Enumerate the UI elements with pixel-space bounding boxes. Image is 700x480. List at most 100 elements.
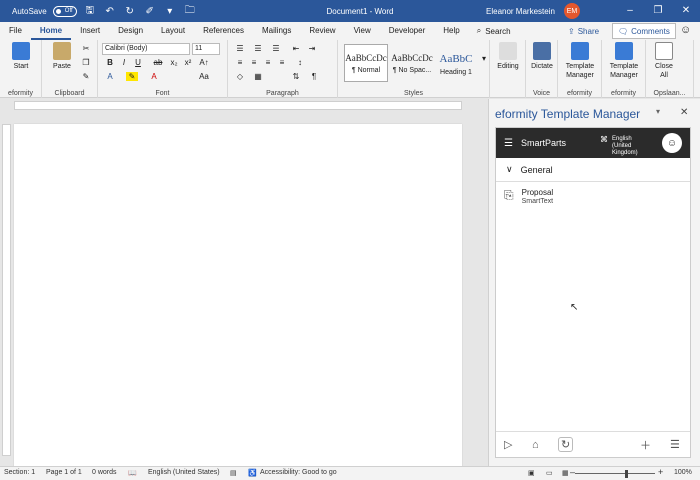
print-layout-icon[interactable]: ▦	[562, 469, 569, 477]
strikethrough-icon[interactable]: ab	[152, 58, 164, 67]
read-mode-icon[interactable]: ▭	[546, 469, 553, 477]
align-center-icon[interactable]: ≡	[248, 58, 260, 67]
align-right-icon[interactable]: ≡	[262, 58, 274, 67]
user-name[interactable]: Eleanor Markestein	[486, 7, 555, 16]
accessibility-icon[interactable]: ♿	[248, 469, 257, 477]
font-color-icon[interactable]: A	[148, 72, 160, 81]
grow-font-icon[interactable]: A↑	[198, 58, 210, 67]
shading-icon[interactable]: ◇	[234, 72, 246, 81]
document-page[interactable]	[14, 124, 462, 468]
play-icon[interactable]: ▷	[504, 438, 512, 451]
restore-icon[interactable]: ❐	[644, 0, 672, 22]
pane-close-icon[interactable]: ✕	[680, 107, 688, 118]
subscript-icon[interactable]: x₂	[168, 58, 180, 67]
underline-icon[interactable]: U	[132, 58, 144, 67]
bullets-icon[interactable]: ☰	[234, 44, 246, 53]
style-heading-1[interactable]: AaBbC Heading 1	[434, 44, 478, 82]
zoom-slider[interactable]	[575, 473, 655, 474]
focus-icon[interactable]: ▣	[528, 469, 535, 477]
decrease-indent-icon[interactable]: ⇤	[290, 44, 302, 53]
folder-icon[interactable]: 🗀	[183, 3, 197, 20]
text-effects-icon[interactable]: A	[104, 72, 116, 81]
paste-button[interactable]: Paste	[50, 42, 74, 71]
vertical-ruler[interactable]	[2, 124, 11, 456]
zoom-out-icon[interactable]: –	[570, 467, 575, 477]
dropdown-icon[interactable]: ▾	[163, 6, 177, 17]
eformity-start-button[interactable]: Start	[6, 42, 36, 71]
menu-icon[interactable]: ☰	[670, 438, 680, 451]
styles-more-icon[interactable]: ▾	[478, 54, 490, 63]
editing-button[interactable]: Editing	[494, 42, 522, 71]
copy-icon[interactable]: ❐	[80, 58, 92, 67]
horizontal-ruler[interactable]	[0, 99, 488, 112]
hamburger-icon[interactable]: ☰	[504, 138, 513, 149]
list-item[interactable]: ⎘ Proposal SmartText	[496, 182, 690, 205]
refresh-icon[interactable]: ↻	[558, 437, 574, 452]
tab-insert[interactable]: Insert	[71, 22, 109, 40]
avatar[interactable]: EM	[564, 3, 580, 19]
tab-references[interactable]: References	[194, 22, 253, 40]
macro-icon[interactable]: ▤	[230, 469, 237, 477]
share-button[interactable]: ⇪ Share	[564, 24, 603, 38]
tab-home[interactable]: Home	[30, 22, 72, 40]
status-language[interactable]: English (United States)	[148, 469, 220, 476]
status-page[interactable]: Page 1 of 1	[46, 469, 82, 476]
increase-indent-icon[interactable]: ⇥	[306, 44, 318, 53]
template-manager-button-2[interactable]: Template Manager	[606, 42, 642, 80]
tab-view[interactable]: View	[345, 22, 380, 40]
section-general[interactable]: ∨ General	[496, 158, 690, 182]
tab-developer[interactable]: Developer	[380, 22, 434, 40]
comments-label: Comments	[631, 26, 670, 36]
zoom-in-icon[interactable]: +	[658, 467, 663, 477]
justify-icon[interactable]: ≡	[276, 58, 288, 67]
style-no-spacing[interactable]: AaBbCcDc ¶ No Spac...	[390, 44, 434, 82]
sort-icon[interactable]: ⇅	[290, 72, 302, 81]
autosave-toggle[interactable]: Off	[52, 5, 77, 17]
user-icon[interactable]: ☺	[662, 133, 682, 153]
close-all-button[interactable]: Close All	[652, 42, 676, 80]
pane-menu-icon[interactable]: ▾	[656, 107, 660, 116]
tab-review[interactable]: Review	[300, 22, 344, 40]
feedback-icon[interactable]: ☺	[680, 24, 691, 36]
tab-file[interactable]: File	[0, 22, 31, 40]
numbering-icon[interactable]: ☰	[252, 44, 264, 53]
home-icon[interactable]: ⌂	[532, 439, 539, 451]
close-icon[interactable]: ✕	[672, 0, 700, 22]
tab-help[interactable]: Help	[434, 22, 468, 40]
style-normal[interactable]: AaBbCcDc ¶ Normal	[344, 44, 388, 82]
change-case-icon[interactable]: Aa	[198, 72, 210, 81]
line-spacing-icon[interactable]: ↕	[294, 58, 306, 67]
tab-layout[interactable]: Layout	[152, 22, 194, 40]
redo-icon[interactable]: ↻	[123, 6, 137, 17]
align-left-icon[interactable]: ≡	[234, 58, 246, 67]
tab-design[interactable]: Design	[109, 22, 152, 40]
save-icon[interactable]: 🖫	[83, 3, 97, 20]
cut-icon[interactable]: ✂	[80, 44, 92, 53]
status-words[interactable]: 0 words	[92, 469, 117, 476]
bold-icon[interactable]: B	[104, 58, 116, 67]
font-size-combo[interactable]: 11	[192, 43, 220, 55]
add-icon[interactable]: ＋	[640, 437, 651, 453]
superscript-icon[interactable]: x²	[182, 58, 194, 67]
search-box[interactable]: ⌕ Search	[477, 26, 511, 36]
italic-icon[interactable]: I	[118, 58, 130, 67]
comments-button[interactable]: 🗨 Comments	[612, 23, 676, 39]
font-family-combo[interactable]: Calibri (Body)	[102, 43, 190, 55]
format-icon[interactable]: ✐	[143, 6, 157, 17]
minimize-icon[interactable]: –	[616, 0, 644, 22]
dictate-button[interactable]: Dictate	[530, 42, 554, 71]
zoom-level[interactable]: 100%	[674, 469, 692, 476]
proofing-icon[interactable]: 📖	[128, 469, 137, 477]
format-painter-icon[interactable]: ✎	[80, 72, 92, 81]
zoom-thumb[interactable]	[625, 470, 628, 478]
undo-icon[interactable]: ↶	[103, 6, 117, 17]
status-section[interactable]: Section: 1	[4, 469, 35, 476]
highlight-icon[interactable]: ✎	[126, 72, 138, 81]
status-accessibility[interactable]: Accessibility: Good to go	[260, 469, 337, 476]
language-selector[interactable]: ⌘ English (United Kingdom)	[600, 136, 652, 157]
borders-icon[interactable]: ▦	[252, 72, 264, 81]
tab-mailings[interactable]: Mailings	[253, 22, 300, 40]
multilevel-icon[interactable]: ☰	[270, 44, 282, 53]
template-manager-button[interactable]: Template Manager	[562, 42, 598, 80]
pilcrow-icon[interactable]: ¶	[308, 72, 320, 81]
